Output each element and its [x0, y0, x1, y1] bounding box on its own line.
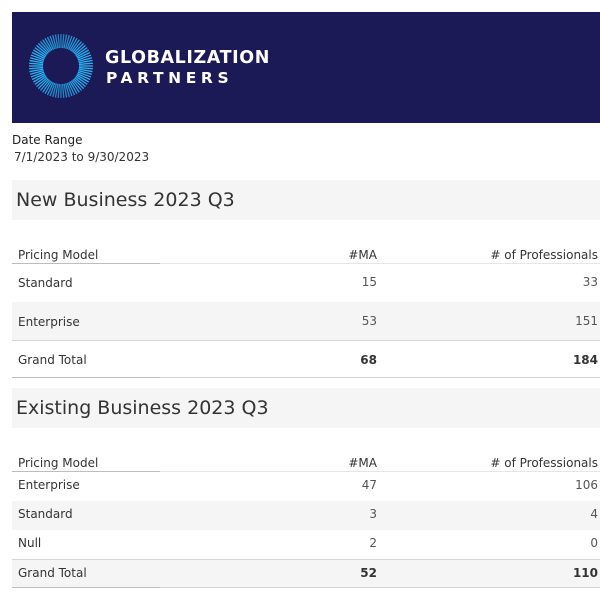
table-row[interactable]: Enterprise 47 106	[12, 472, 600, 501]
pricing-model-cell: Null	[18, 536, 42, 550]
logo-line-2: PARTNERS	[106, 69, 234, 87]
date-range-label: Date Range	[12, 133, 83, 147]
new-business-table: Pricing Model #MA # of Professionals Sta…	[12, 245, 600, 378]
pricing-model-cell: Standard	[18, 507, 73, 521]
grand-total-label: Grand Total	[18, 566, 87, 580]
new-business-title: New Business 2023 Q3	[12, 180, 600, 220]
logo-line-1: GLOBALIZATION	[105, 48, 270, 68]
table-row[interactable]: Null 2 0	[12, 530, 600, 559]
professionals-total-cell: 110	[572, 566, 598, 580]
ma-cell: 3	[369, 507, 377, 521]
column-header-ma[interactable]: #MA	[348, 456, 377, 470]
column-header-professionals[interactable]: # of Professionals	[490, 248, 598, 262]
grand-total-row[interactable]: Grand Total 52 110	[12, 559, 600, 588]
grand-total-row[interactable]: Grand Total 68 184	[12, 340, 600, 378]
table-row[interactable]: Standard 3 4	[12, 501, 600, 530]
table-header-row: Pricing Model #MA # of Professionals	[12, 453, 600, 472]
table-row[interactable]: Enterprise 53 151	[12, 302, 600, 340]
pricing-model-cell: Enterprise	[18, 315, 80, 329]
pricing-model-cell: Enterprise	[18, 478, 80, 492]
date-range-value[interactable]: 7/1/2023 to 9/30/2023	[14, 150, 149, 164]
professionals-cell: 33	[582, 275, 598, 289]
header-banner: GLOBALIZATION PARTNERS	[12, 12, 600, 123]
ma-total-cell: 52	[360, 566, 377, 580]
column-header-pricing-model[interactable]: Pricing Model	[18, 456, 98, 470]
ma-cell: 53	[361, 314, 377, 328]
ring-logo-icon	[29, 34, 93, 98]
column-header-pricing-model[interactable]: Pricing Model	[18, 248, 98, 262]
professionals-cell: 0	[590, 536, 598, 550]
existing-business-title: Existing Business 2023 Q3	[12, 388, 600, 428]
table-row[interactable]: Standard 15 33	[12, 264, 600, 302]
ma-cell: 2	[369, 536, 377, 550]
company-logo-text: GLOBALIZATION PARTNERS	[105, 48, 270, 88]
table-header-row: Pricing Model #MA # of Professionals	[12, 245, 600, 264]
column-header-ma[interactable]: #MA	[348, 248, 377, 262]
professionals-total-cell: 184	[572, 353, 598, 367]
ma-total-cell: 68	[360, 353, 377, 367]
existing-business-table: Pricing Model #MA # of Professionals Ent…	[12, 453, 600, 588]
ma-cell: 15	[361, 275, 377, 289]
grand-total-label: Grand Total	[18, 353, 87, 367]
professionals-cell: 151	[575, 314, 598, 328]
pricing-model-cell: Standard	[18, 276, 73, 290]
ma-cell: 47	[361, 478, 377, 492]
professionals-cell: 106	[575, 478, 598, 492]
professionals-cell: 4	[590, 507, 598, 521]
column-header-professionals[interactable]: # of Professionals	[490, 456, 598, 470]
